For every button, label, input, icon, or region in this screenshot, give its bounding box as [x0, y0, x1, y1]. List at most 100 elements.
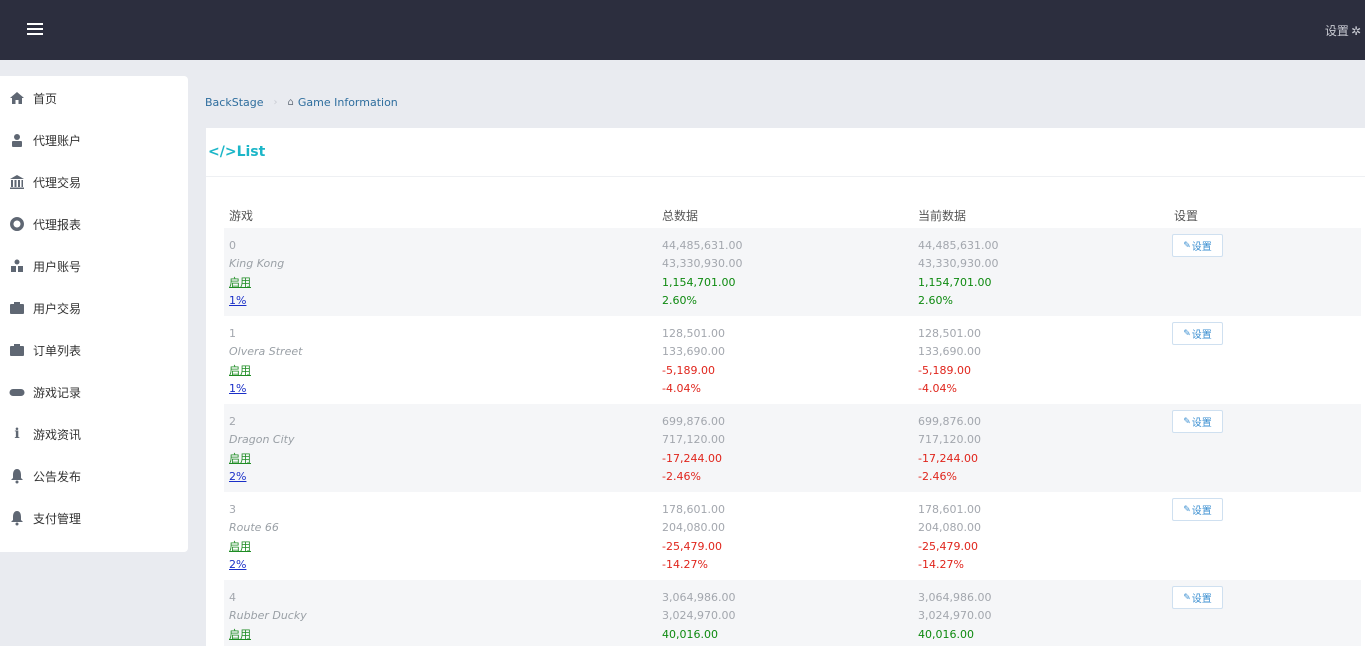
sidebar-item-announcements[interactable]: 公告发布 — [0, 456, 188, 496]
settings-link[interactable]: 设置 ✲ — [1325, 22, 1361, 39]
game-cell: 0 King Kong 启用 1% — [229, 237, 284, 310]
column-header-total: 总数据 — [662, 209, 699, 223]
total-percent: -14.27% — [662, 557, 708, 571]
rate-link[interactable]: 2% — [229, 468, 294, 486]
total-diff: 40,016.00 — [662, 627, 718, 641]
sidebar-item-label: 用户账号 — [33, 259, 82, 274]
users-icon — [9, 258, 25, 274]
gamepad-icon — [9, 384, 25, 400]
game-id: 1 — [229, 327, 236, 340]
game-cell: 2 Dragon City 启用 2% — [229, 413, 294, 486]
sidebar-item-agent-report[interactable]: 代理报表 — [0, 204, 188, 244]
total-percent: -2.46% — [662, 469, 701, 483]
game-id: 2 — [229, 415, 236, 428]
current-diff: -5,189.00 — [918, 363, 971, 377]
edit-icon: ✎ — [1183, 504, 1191, 515]
current-diff: -17,244.00 — [918, 451, 978, 465]
edit-button[interactable]: ✎ 设置 — [1172, 586, 1223, 609]
current-in: 44,485,631.00 — [918, 239, 999, 252]
edit-button-label: 设置 — [1191, 242, 1212, 253]
sidebar-item-game-news[interactable]: i 游戏资讯 — [0, 414, 188, 454]
home-icon — [9, 90, 25, 106]
game-name: Olvera Street — [229, 345, 303, 359]
briefcase-icon — [9, 300, 25, 316]
user-lock-icon — [9, 132, 25, 148]
main-panel: </>List 游戏 总数据 当前数据 设置 0 King Kong 启用 1%… — [206, 128, 1365, 646]
current-cell: 178,601.00 204,080.00 -25,479.00 -14.27% — [918, 501, 981, 574]
current-cell: 3,064,986.00 3,024,970.00 40,016.00 — [918, 589, 991, 644]
panel-header: </>List — [206, 128, 1365, 177]
current-out: 43,330,930.00 — [918, 257, 999, 271]
total-in: 128,501.00 — [662, 327, 725, 340]
status-link[interactable]: 启用 — [229, 450, 294, 468]
edit-icon: ✎ — [1183, 592, 1191, 603]
list-icon[interactable] — [27, 22, 43, 36]
status-link[interactable]: 启用 — [229, 626, 307, 644]
total-cell: 699,876.00 717,120.00 -17,244.00 -2.46% — [662, 413, 725, 486]
table-row: 3 Route 66 启用 2% 178,601.00 204,080.00 -… — [224, 492, 1361, 580]
rate-link[interactable]: 2% — [229, 556, 279, 574]
total-in: 44,485,631.00 — [662, 239, 743, 252]
total-diff: -25,479.00 — [662, 539, 722, 553]
total-cell: 128,501.00 133,690.00 -5,189.00 -4.04% — [662, 325, 725, 398]
status-link[interactable]: 启用 — [229, 274, 284, 292]
edit-button-label: 设置 — [1191, 418, 1212, 429]
total-cell: 178,601.00 204,080.00 -25,479.00 -14.27% — [662, 501, 725, 574]
total-cell: 44,485,631.00 43,330,930.00 1,154,701.00… — [662, 237, 742, 310]
gear-icon: ✲ — [1350, 23, 1361, 38]
edit-button-label: 设置 — [1191, 506, 1212, 517]
sidebar-item-user-account[interactable]: 用户账号 — [0, 246, 188, 286]
current-percent: 2.60% — [918, 293, 953, 307]
sidebar-item-user-trade[interactable]: 用户交易 — [0, 288, 188, 328]
status-link[interactable]: 启用 — [229, 362, 302, 380]
total-out: 717,120.00 — [662, 433, 725, 447]
breadcrumb-root[interactable]: BackStage — [205, 96, 264, 109]
current-out: 717,120.00 — [918, 433, 981, 447]
settings-label: 设置 — [1324, 24, 1349, 38]
edit-icon: ✎ — [1183, 416, 1191, 427]
total-out: 133,690.00 — [662, 345, 725, 359]
rate-link[interactable]: 1% — [229, 292, 284, 310]
sidebar-item-label: 用户交易 — [33, 301, 82, 316]
edit-button[interactable]: ✎ 设置 — [1172, 410, 1223, 433]
total-in: 178,601.00 — [662, 503, 725, 516]
sidebar-item-agent-account[interactable]: 代理账户 — [0, 120, 188, 160]
current-in: 128,501.00 — [918, 327, 981, 340]
total-percent: 2.60% — [662, 293, 697, 307]
sidebar-item-game-records[interactable]: 游戏记录 — [0, 372, 188, 412]
sidebar-item-order-list[interactable]: 订单列表 — [0, 330, 188, 370]
current-out: 3,024,970.00 — [918, 609, 992, 623]
status-link[interactable]: 启用 — [229, 538, 279, 556]
game-id: 0 — [229, 239, 236, 252]
column-header-game: 游戏 — [229, 209, 254, 223]
current-out: 204,080.00 — [918, 521, 981, 535]
rate-link[interactable]: 1% — [229, 380, 302, 398]
edit-button-label: 设置 — [1191, 594, 1212, 605]
sidebar: 首页 代理账户 代理交易 代理报表 用户账号 用户交易 订单列表 游戏记录 i … — [0, 76, 188, 552]
edit-button[interactable]: ✎ 设置 — [1172, 498, 1223, 521]
breadcrumb-current[interactable]: Game Information — [298, 96, 398, 109]
sidebar-item-label: 公告发布 — [33, 469, 82, 484]
total-percent: -4.04% — [662, 381, 701, 395]
sidebar-item-agent-trade[interactable]: 代理交易 — [0, 162, 188, 202]
sidebar-item-label: 首页 — [33, 91, 58, 106]
current-in: 699,876.00 — [918, 415, 981, 428]
current-in: 178,601.00 — [918, 503, 981, 516]
game-cell: 3 Route 66 启用 2% — [229, 501, 279, 574]
current-percent: -14.27% — [918, 557, 964, 571]
edit-button[interactable]: ✎ 设置 — [1172, 322, 1223, 345]
total-out: 43,330,930.00 — [662, 257, 743, 271]
game-id: 3 — [229, 503, 236, 516]
edit-button[interactable]: ✎ 设置 — [1172, 234, 1223, 257]
total-cell: 3,064,986.00 3,024,970.00 40,016.00 — [662, 589, 735, 644]
sidebar-item-label: 代理报表 — [33, 217, 82, 232]
table-row: 0 King Kong 启用 1% 44,485,631.00 43,330,9… — [224, 228, 1361, 316]
info-icon: i — [14, 426, 20, 442]
game-id: 4 — [229, 591, 236, 604]
table-header: 游戏 总数据 当前数据 设置 — [224, 200, 1361, 228]
sidebar-item-home[interactable]: 首页 — [0, 78, 188, 118]
total-diff: 1,154,701.00 — [662, 275, 736, 289]
breadcrumb: BackStage › ⌂ Game Information — [205, 96, 398, 109]
sidebar-item-payment[interactable]: 支付管理 — [0, 498, 188, 538]
total-diff: -17,244.00 — [662, 451, 722, 465]
